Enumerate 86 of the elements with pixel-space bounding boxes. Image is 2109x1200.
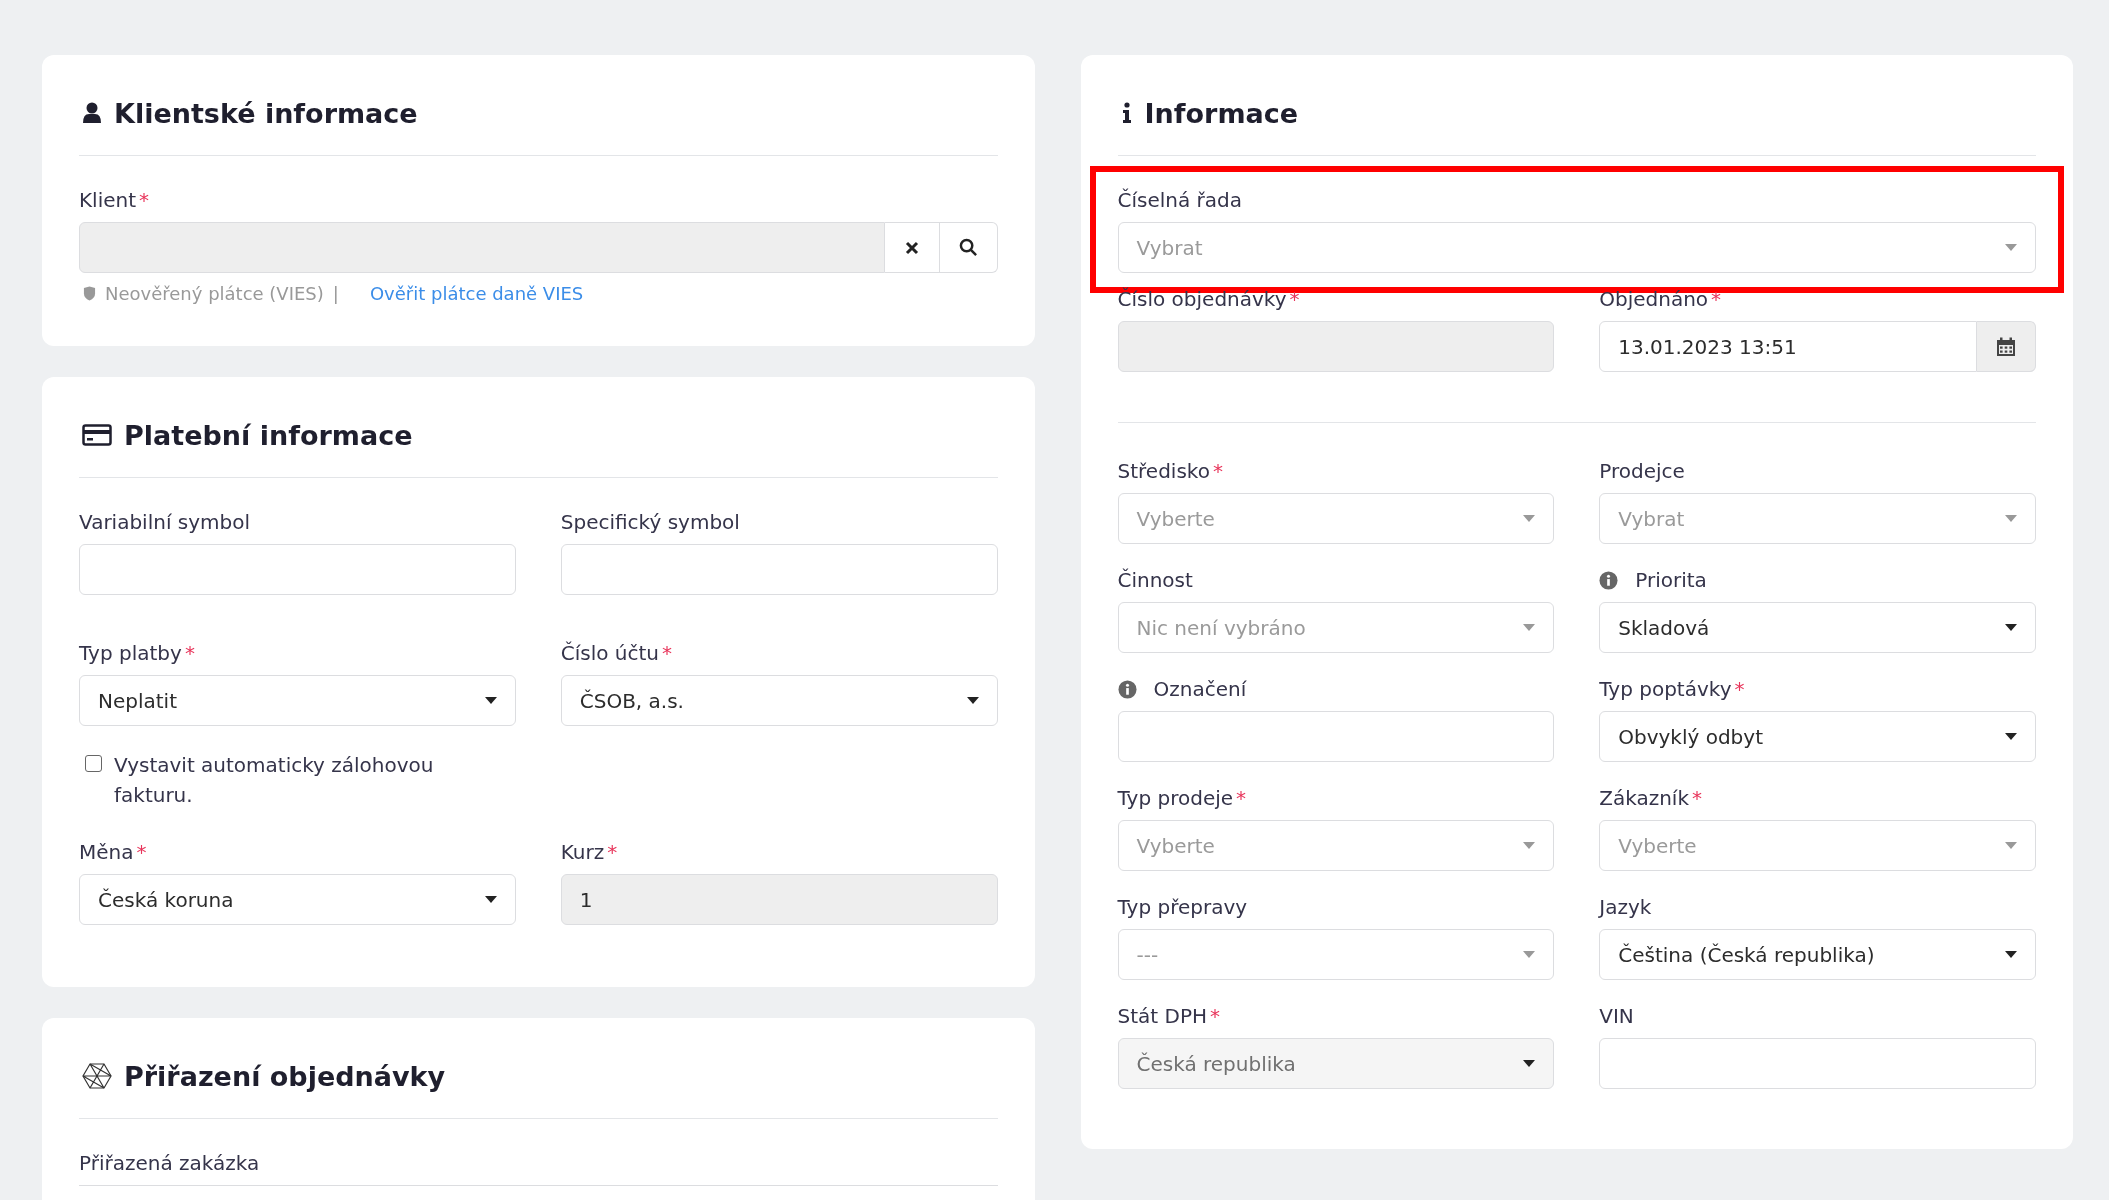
select-field[interactable]: Nic není vybráno <box>1117 602 1555 653</box>
caret-icon <box>484 896 497 903</box>
required-mark: * <box>139 188 150 212</box>
caret-icon <box>484 697 497 704</box>
caret-icon <box>966 697 979 704</box>
required-mark: * <box>184 641 195 665</box>
checkbox[interactable] <box>85 755 102 772</box>
required-mark: * <box>1289 287 1300 311</box>
calendar-button[interactable] <box>1977 321 2036 372</box>
required-mark: * <box>1711 287 1722 311</box>
card-title: Přiřazení objednávky <box>124 1060 446 1092</box>
shield-icon <box>83 286 96 301</box>
field-label: Přiřazená zakázka <box>79 1151 260 1175</box>
field-label: Typ přepravy <box>1117 895 1248 919</box>
select-field[interactable]: Vyberte <box>1117 493 1555 544</box>
field-label: VIN <box>1599 1004 1634 1028</box>
search-icon <box>958 238 978 257</box>
vies-status: Neověřený plátce (VIES) <box>105 283 324 304</box>
date-field[interactable]: 13.01.2023 13:51 <box>1599 321 1977 372</box>
required-mark: * <box>1692 786 1702 810</box>
field-label: Číselná řada <box>1117 188 1243 212</box>
field-label: Zákazník <box>1599 786 1689 810</box>
field-label: Variabilní symbol <box>79 510 251 534</box>
select-field[interactable]: Skladová <box>1599 602 2036 653</box>
field-label: Objednáno <box>1599 287 1709 311</box>
caret-icon <box>1523 1060 1536 1067</box>
info-icon <box>1120 102 1133 124</box>
field-label: Typ platby <box>79 641 182 665</box>
caret-icon <box>2005 842 2017 849</box>
caret-icon <box>2005 244 2017 251</box>
field-label: Typ prodeje <box>1117 786 1234 810</box>
select-field[interactable]: ČSOB, a.s. <box>560 675 998 726</box>
field-label: Jazyk <box>1599 895 1652 919</box>
field-label: Stát DPH <box>1117 1004 1207 1028</box>
separator-text: | <box>332 283 339 304</box>
field-label: Označení <box>1153 677 1247 701</box>
field-label: Typ poptávky <box>1599 677 1732 701</box>
field-label: Číslo účtu <box>560 641 660 665</box>
search-button[interactable] <box>939 222 998 273</box>
card-title: Platební informace <box>124 419 413 451</box>
clear-button[interactable] <box>884 222 940 273</box>
select-field[interactable]: --- <box>1117 929 1555 980</box>
caret-icon <box>2005 733 2017 740</box>
card-title: Klientské informace <box>114 97 418 129</box>
select-field[interactable]: Česká koruna <box>79 874 516 925</box>
select-field[interactable]: Vybrat <box>1599 493 2036 544</box>
select-field[interactable]: Čeština (Česká republika) <box>1599 929 2036 980</box>
field-label: Specifický symbol <box>560 510 740 534</box>
required-mark: * <box>1236 786 1247 810</box>
calendar-icon <box>1996 336 2016 357</box>
field-label: Měna <box>79 840 134 864</box>
credit-card-icon <box>82 424 112 446</box>
caret-icon <box>2005 624 2017 631</box>
hexagon-icon <box>82 1062 112 1090</box>
field-label: Činnost <box>1117 568 1193 592</box>
field-label: Priorita <box>1635 568 1707 592</box>
required-mark: * <box>136 840 147 864</box>
select-field[interactable]: Obvyklý odbyt <box>1599 711 2036 762</box>
input-field[interactable] <box>79 544 516 595</box>
caret-icon <box>1523 842 1536 849</box>
required-mark: * <box>662 641 673 665</box>
select-field[interactable]: Vybrat <box>1117 222 2036 273</box>
field-label: Kurz <box>560 840 605 864</box>
caret-icon <box>2005 951 2017 958</box>
input-field[interactable] <box>560 544 998 595</box>
select-field[interactable]: Vyberte <box>1117 820 1555 871</box>
caret-icon <box>1523 951 1536 958</box>
field-label: Středisko <box>1117 459 1210 483</box>
caret-icon <box>1523 515 1536 522</box>
select-field[interactable]: Neplatit <box>79 675 516 726</box>
required-mark: * <box>607 840 618 864</box>
input-field[interactable] <box>1117 711 1555 762</box>
select-field[interactable]: Vyberte <box>1599 820 2036 871</box>
close-icon <box>904 240 919 255</box>
required-mark: * <box>1212 459 1223 483</box>
field-label: Číslo objednávky <box>1117 287 1287 311</box>
input-field[interactable] <box>1599 1038 2036 1089</box>
caret-icon <box>2005 515 2017 522</box>
checkbox-label: Vystavit automaticky zálohovou fakturu. <box>114 752 435 809</box>
card-title: Informace <box>1144 97 1299 129</box>
required-mark: * <box>1210 1004 1220 1028</box>
field-label: Klient <box>79 188 137 212</box>
field-label: Prodejce <box>1599 459 1685 483</box>
caret-icon <box>1523 624 1536 631</box>
required-mark: * <box>1734 677 1745 701</box>
user-icon <box>82 102 102 124</box>
